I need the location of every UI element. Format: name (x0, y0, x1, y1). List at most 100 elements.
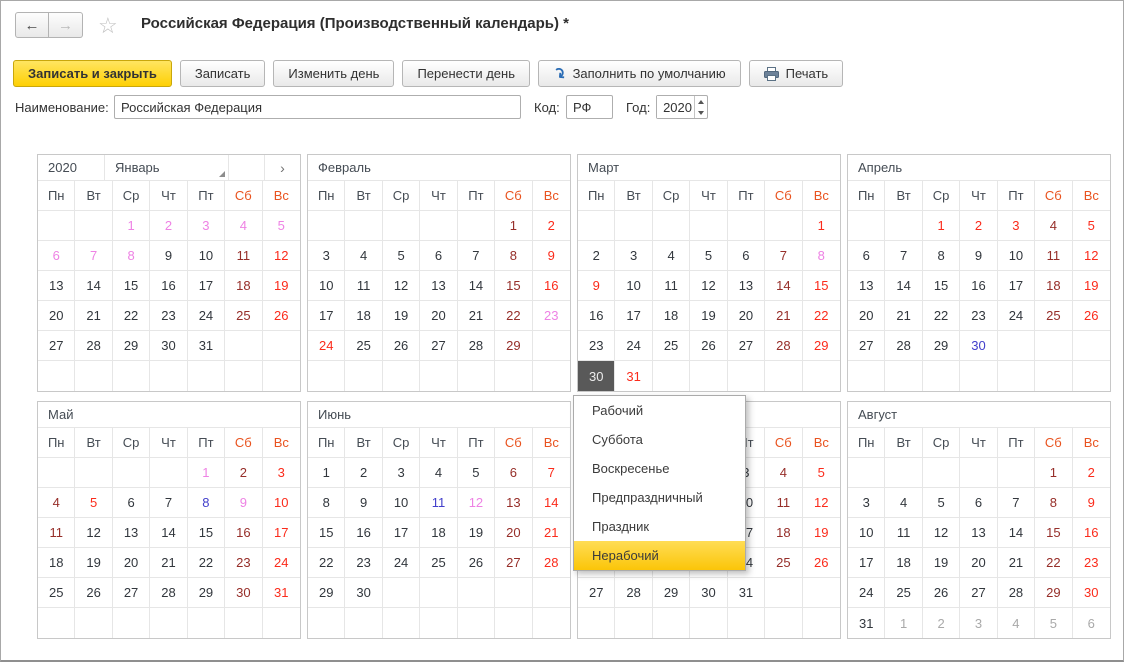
day-cell[interactable]: 1 (803, 211, 840, 241)
day-cell[interactable]: 26 (803, 548, 840, 578)
day-cell[interactable]: 4 (1035, 211, 1072, 241)
day-cell[interactable]: 19 (1073, 271, 1110, 301)
day-cell[interactable]: 23 (533, 301, 570, 331)
day-cell[interactable]: 16 (345, 518, 382, 548)
day-cell[interactable]: 14 (75, 271, 112, 301)
day-cell[interactable]: 12 (263, 241, 300, 271)
day-cell[interactable]: 5 (1073, 211, 1110, 241)
day-cell[interactable]: 1 (923, 211, 960, 241)
day-cell[interactable]: 27 (495, 548, 532, 578)
year-spin-up-button[interactable] (695, 96, 707, 107)
day-cell[interactable]: 2 (923, 608, 960, 638)
day-cell[interactable]: 15 (1035, 518, 1072, 548)
day-cell[interactable]: 22 (923, 301, 960, 331)
day-cell[interactable]: 5 (458, 458, 495, 488)
save-and-close-button[interactable]: Записать и закрыть (13, 60, 172, 87)
day-cell[interactable]: 31 (728, 578, 765, 608)
day-cell[interactable]: 19 (803, 518, 840, 548)
day-cell[interactable]: 13 (420, 271, 457, 301)
day-cell[interactable]: 12 (458, 488, 495, 518)
day-cell[interactable]: 31 (188, 331, 225, 361)
day-cell[interactable]: 22 (803, 301, 840, 331)
day-cell[interactable]: 12 (803, 488, 840, 518)
day-cell[interactable]: 28 (75, 331, 112, 361)
day-cell[interactable]: 3 (383, 458, 420, 488)
day-cell[interactable]: 5 (803, 458, 840, 488)
menu-item-1[interactable]: Рабочий (574, 396, 745, 425)
day-cell[interactable]: 28 (458, 331, 495, 361)
day-cell[interactable]: 19 (458, 518, 495, 548)
day-cell[interactable]: 8 (923, 241, 960, 271)
day-cell[interactable]: 13 (113, 518, 150, 548)
day-cell[interactable]: 11 (225, 241, 262, 271)
day-cell[interactable]: 14 (458, 271, 495, 301)
favorite-star-icon[interactable]: ☆ (98, 13, 118, 39)
day-cell[interactable]: 25 (653, 331, 690, 361)
day-cell[interactable]: 26 (923, 578, 960, 608)
menu-item-5[interactable]: Праздник (574, 512, 745, 541)
day-cell[interactable]: 2 (225, 458, 262, 488)
day-cell[interactable]: 22 (308, 548, 345, 578)
day-cell[interactable]: 30 (690, 578, 727, 608)
day-cell[interactable]: 24 (615, 331, 652, 361)
day-cell[interactable]: 4 (420, 458, 457, 488)
day-cell[interactable]: 25 (225, 301, 262, 331)
day-cell[interactable]: 17 (615, 301, 652, 331)
day-cell[interactable]: 7 (75, 241, 112, 271)
day-cell[interactable]: 1 (885, 608, 922, 638)
day-cell[interactable]: 16 (578, 301, 615, 331)
day-cell[interactable]: 9 (578, 271, 615, 301)
day-cell[interactable]: 18 (653, 301, 690, 331)
day-cell[interactable]: 6 (728, 241, 765, 271)
day-cell[interactable]: 19 (690, 301, 727, 331)
day-cell[interactable]: 23 (578, 331, 615, 361)
day-cell[interactable]: 25 (420, 548, 457, 578)
day-cell[interactable]: 1 (113, 211, 150, 241)
day-cell[interactable]: 10 (998, 241, 1035, 271)
day-cell[interactable]: 15 (923, 271, 960, 301)
day-cell[interactable]: 12 (75, 518, 112, 548)
name-input[interactable] (114, 95, 521, 119)
menu-item-6[interactable]: Нерабочий (574, 541, 745, 570)
day-cell[interactable]: 18 (225, 271, 262, 301)
day-cell[interactable]: 14 (150, 518, 187, 548)
day-cell[interactable]: 10 (615, 271, 652, 301)
day-cell[interactable]: 10 (308, 271, 345, 301)
day-cell[interactable]: 28 (885, 331, 922, 361)
day-cell[interactable]: 26 (690, 331, 727, 361)
day-cell[interactable]: 17 (188, 271, 225, 301)
day-cell[interactable]: 3 (848, 488, 885, 518)
day-cell[interactable]: 12 (383, 271, 420, 301)
day-cell[interactable]: 21 (885, 301, 922, 331)
day-cell[interactable]: 9 (533, 241, 570, 271)
day-cell[interactable]: 18 (345, 301, 382, 331)
day-cell[interactable]: 4 (38, 488, 75, 518)
day-cell[interactable]: 8 (803, 241, 840, 271)
day-cell[interactable]: 29 (653, 578, 690, 608)
day-cell[interactable]: 23 (1073, 548, 1110, 578)
day-cell[interactable]: 23 (960, 301, 997, 331)
day-cell[interactable]: 2 (578, 241, 615, 271)
day-cell[interactable]: 13 (38, 271, 75, 301)
day-cell[interactable]: 31 (615, 361, 652, 391)
day-cell[interactable]: 20 (38, 301, 75, 331)
day-cell[interactable]: 30 (1073, 578, 1110, 608)
day-cell[interactable]: 29 (495, 331, 532, 361)
day-cell[interactable]: 2 (345, 458, 382, 488)
day-cell[interactable]: 27 (113, 578, 150, 608)
day-cell[interactable]: 30 (345, 578, 382, 608)
day-cell[interactable]: 26 (263, 301, 300, 331)
day-cell[interactable]: 22 (113, 301, 150, 331)
day-cell[interactable]: 28 (615, 578, 652, 608)
day-cell[interactable]: 26 (1073, 301, 1110, 331)
day-cell[interactable]: 29 (1035, 578, 1072, 608)
next-month-button[interactable]: › (265, 155, 300, 180)
day-cell[interactable]: 8 (1035, 488, 1072, 518)
day-cell[interactable]: 14 (885, 271, 922, 301)
day-cell[interactable]: 22 (1035, 548, 1072, 578)
day-cell[interactable]: 7 (533, 458, 570, 488)
menu-item-2[interactable]: Суббота (574, 425, 745, 454)
day-cell[interactable]: 16 (1073, 518, 1110, 548)
print-button[interactable]: Печать (749, 60, 844, 87)
day-cell[interactable]: 11 (345, 271, 382, 301)
